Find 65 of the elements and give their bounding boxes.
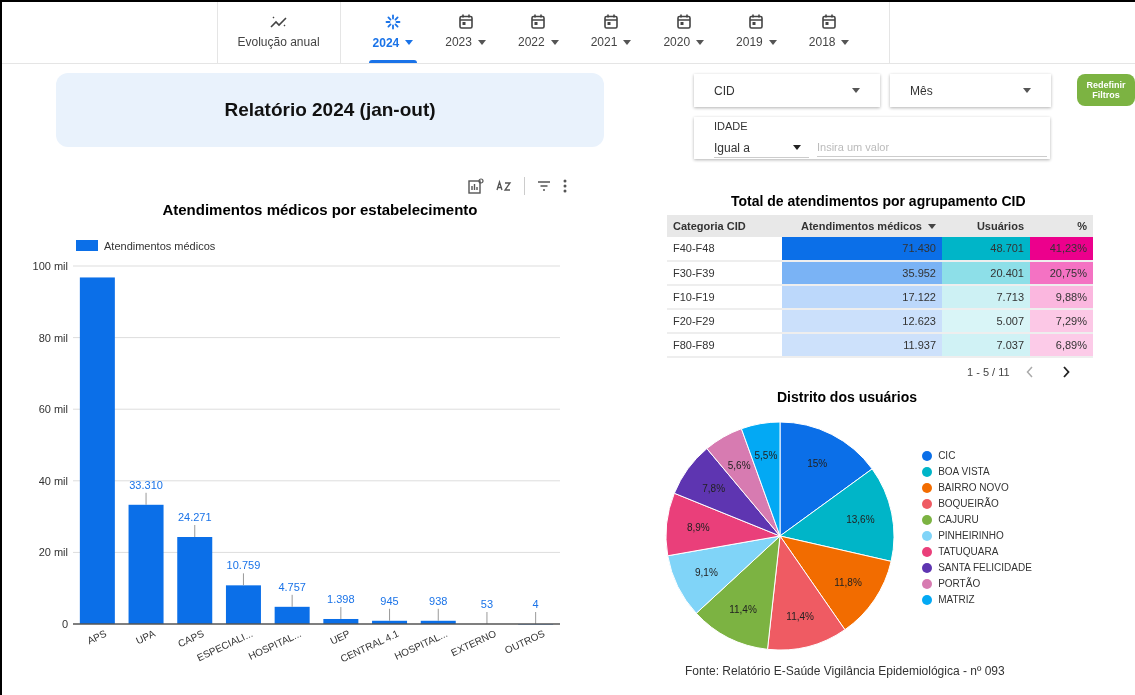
axis-tick-label: 100 mil <box>32 260 68 272</box>
data-label: 1.398 <box>327 593 355 620</box>
data-label: 33.310 <box>129 478 163 506</box>
slice-label: 5,6% <box>727 459 751 471</box>
table-cell: 48.701 <box>942 237 1030 261</box>
table-cell: 20,75% <box>1030 261 1093 285</box>
legend-label: Atendimentos médicos <box>104 238 216 254</box>
data-label: 24.271 <box>177 511 212 538</box>
pagination-text: 1 - 5 / 11 <box>967 365 1010 380</box>
slice-label: 11,4% <box>729 603 757 615</box>
legend-label: BOA VISTA <box>938 465 990 478</box>
legend-label: TATUQUARA <box>938 545 999 558</box>
legend-label: BAIRRO NOVO <box>938 481 1009 494</box>
table-cell: 35.952 <box>782 261 942 285</box>
source-note: Fonte: Relatório E-Saúde Vigilância Epidemiológica - nº 093 <box>685 662 1006 680</box>
table-cell: 71.430 <box>782 237 942 261</box>
slice-label: 13,6% <box>846 514 875 525</box>
table-cell: F30-F39 <box>667 261 782 285</box>
legend-label: CAJURU <box>938 513 979 526</box>
slice-label: 8,9% <box>687 521 710 533</box>
axis-tick-label: 40 mil <box>38 474 68 487</box>
table-cell: F40-F48 <box>667 237 782 261</box>
legend-label: PINHEIRINHO <box>938 529 1004 542</box>
slice-label: 7,8% <box>702 482 726 494</box>
legend-label: MATRIZ <box>938 593 975 606</box>
table-cell: 7,29% <box>1030 309 1093 333</box>
data-label: 4 <box>532 598 539 625</box>
legend-label: SANTA FELICIDADE <box>938 561 1032 574</box>
table-cell: 5.007 <box>942 309 1030 333</box>
data-label: 938 <box>429 594 448 622</box>
legend-label: PORTÃO <box>938 577 981 590</box>
age-filter-label: IDADE <box>714 119 749 134</box>
table-cell: 41,23% <box>1030 237 1093 261</box>
legend-label: CIC <box>938 449 956 462</box>
slice-label: 5,5% <box>754 449 778 461</box>
table-cell: F20-F29 <box>667 309 782 333</box>
table-title: Total de atendimentos por agrupamento CID <box>731 192 1027 211</box>
table-cell: 7.037 <box>942 333 1030 357</box>
chart-title: Distrito dos usuários <box>777 387 917 407</box>
axis-tick-label: 20 mil <box>38 546 68 559</box>
category-label: APS <box>85 627 109 647</box>
table-cell: 9,88% <box>1030 285 1093 309</box>
slice-label: 11,8% <box>834 576 862 588</box>
data-label: 10.759 <box>226 559 261 586</box>
table-cell: F80-F89 <box>667 333 782 357</box>
axis-tick-label: 0 <box>61 618 68 630</box>
report-title: Relatório 2024 (jan-out) <box>224 97 436 122</box>
slice-label: 9,1% <box>695 566 718 578</box>
data-label: 945 <box>380 594 399 622</box>
table-cell: 6,89% <box>1030 333 1093 357</box>
table-cell: 7.713 <box>942 285 1030 309</box>
category-label: UPA <box>134 627 157 647</box>
axis-tick-label: 80 mil <box>38 331 68 344</box>
chart-title: Atendimentos médicos por estabelecimento <box>161 200 479 220</box>
data-label: 53 <box>480 598 494 625</box>
table-cell: 17.122 <box>782 285 942 309</box>
legend-label: BOQUEIRÃO <box>938 497 999 510</box>
slice-label: 15% <box>807 457 828 469</box>
table-cell: 12.623 <box>782 309 942 333</box>
slice-label: 11,4% <box>786 610 815 622</box>
table-cell: 11.937 <box>782 333 942 357</box>
axis-tick-label: 60 mil <box>38 403 68 416</box>
table-cell: 20.401 <box>942 261 1030 285</box>
data-label: 4.757 <box>278 580 306 608</box>
table-cell: F10-F19 <box>667 285 782 309</box>
